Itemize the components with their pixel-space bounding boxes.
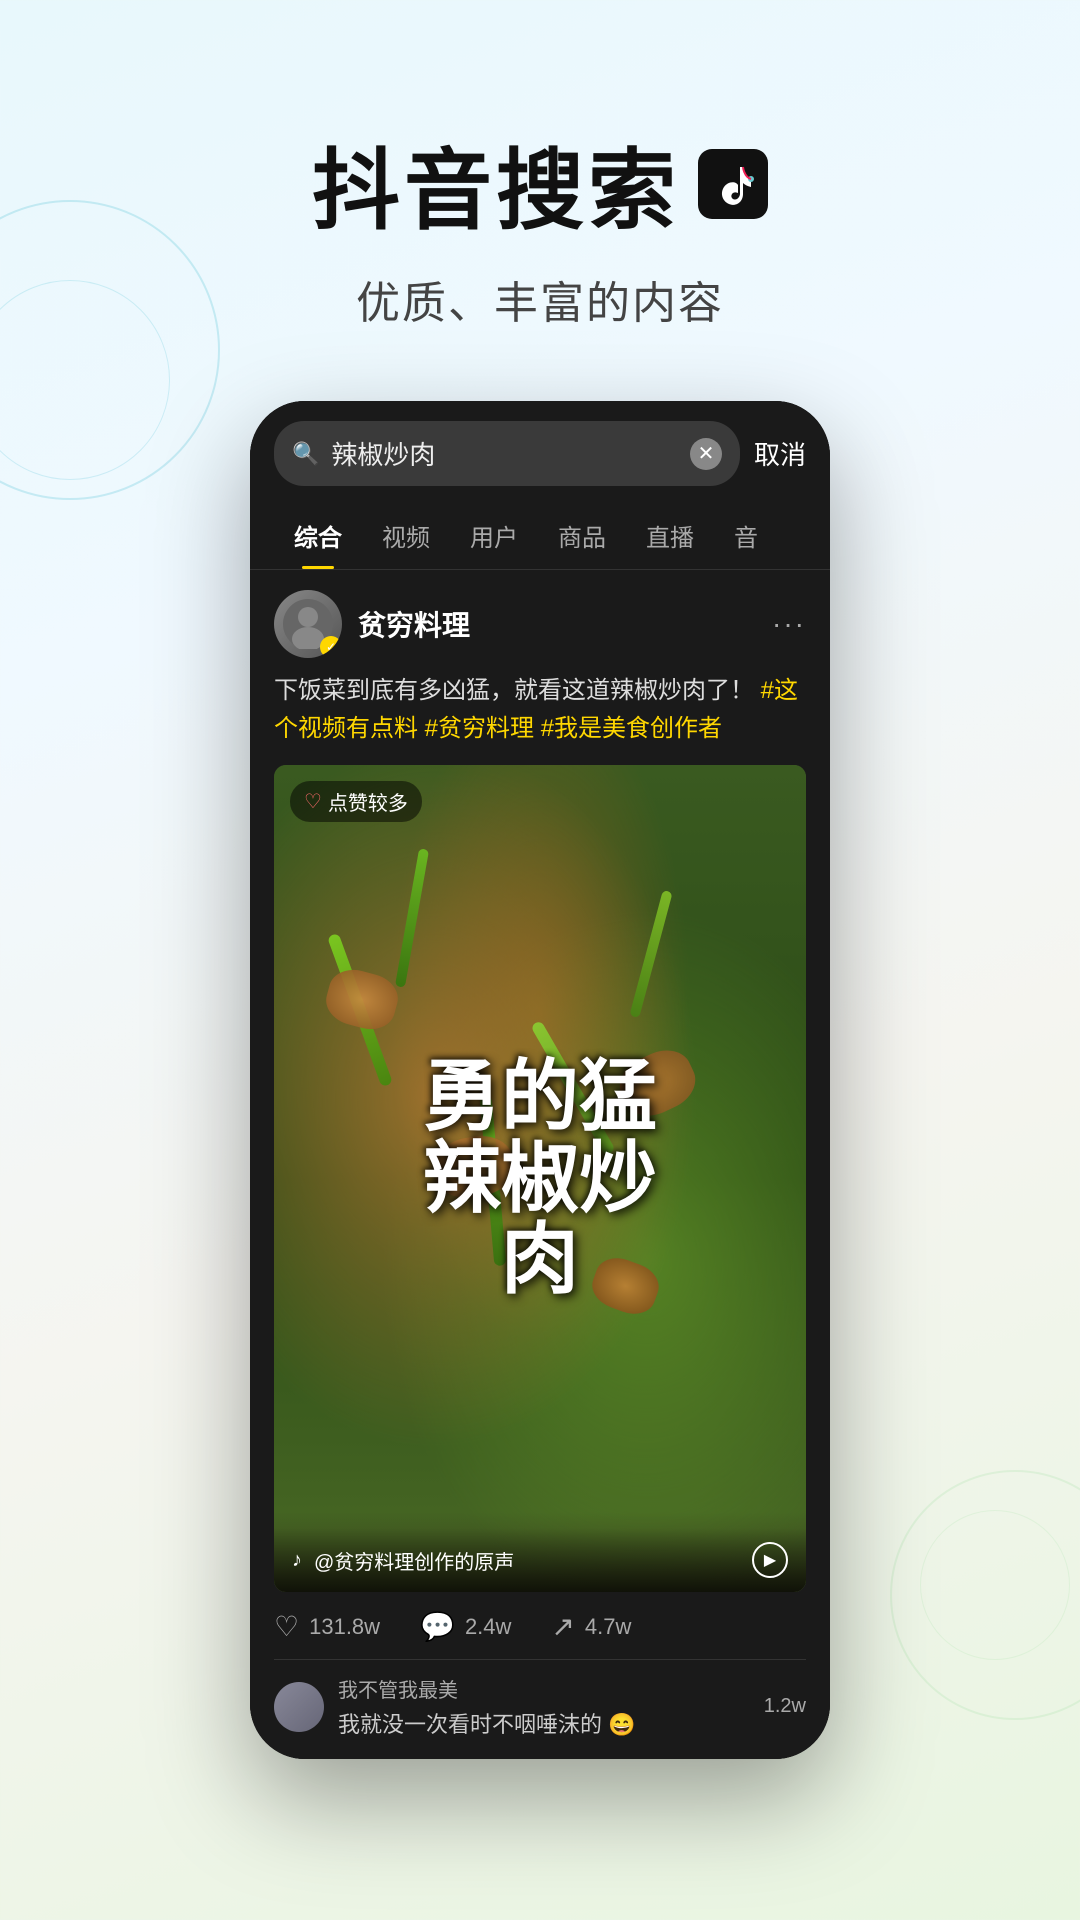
content-area: ✓ 贫穷料理 ··· 下饭菜到底有多凶猛，就看这道辣椒炒肉了！ #这个视频有点料… xyxy=(250,570,830,1759)
hashtag-2[interactable]: #贫穷料理 xyxy=(425,715,541,742)
comments-count[interactable]: 💬 2.4w xyxy=(420,1610,511,1643)
tiktok-music-icon: ♪ xyxy=(292,1549,302,1572)
tab-综合[interactable]: 综合 xyxy=(274,502,362,569)
title-overlay-container: 勇的猛 辣椒炒 肉 xyxy=(274,765,806,1593)
comments-value: 2.4w xyxy=(465,1614,511,1640)
hashtag-3[interactable]: #我是美食创作者 xyxy=(541,715,722,742)
tab-视频[interactable]: 视频 xyxy=(362,502,450,569)
search-query: 辣椒炒肉 xyxy=(331,435,678,472)
main-title: 抖音搜索 xyxy=(0,120,1080,247)
post-user-row: ✓ 贫穷料理 ··· xyxy=(274,590,806,658)
comment-content: 我就没一次看时不咽唾沫的 😄 xyxy=(338,1707,750,1739)
comment-text-col: 我不管我最美 我就没一次看时不咽唾沫的 😄 xyxy=(338,1674,750,1739)
search-bar: 🔍 辣椒炒肉 ✕ 取消 xyxy=(250,401,830,502)
popular-badge: ♡ 点赞较多 xyxy=(290,781,422,822)
post-text: 下饭菜到底有多凶猛，就看这道辣椒炒肉了！ #这个视频有点料 #贫穷料理 #我是美… xyxy=(274,672,806,749)
search-tabs: 综合 视频 用户 商品 直播 音 xyxy=(250,502,830,570)
tab-音乐[interactable]: 音 xyxy=(714,502,778,569)
post-text-main: 下饭菜到底有多凶猛，就看这道辣椒炒肉了！ xyxy=(274,677,754,704)
popular-heart-icon: ♡ xyxy=(304,789,322,814)
video-title-text: 勇的猛 辣椒炒 肉 xyxy=(423,1056,657,1302)
user-avatar[interactable]: ✓ xyxy=(274,590,342,658)
search-clear-button[interactable]: ✕ xyxy=(690,438,722,470)
video-title-lines: 勇的猛 辣椒炒 肉 xyxy=(423,1056,657,1302)
title-text: 抖音搜索 xyxy=(312,120,680,247)
search-icon: 🔍 xyxy=(292,441,319,467)
commenter-name: 我不管我最美 xyxy=(338,1674,750,1703)
video-thumb-inner: 勇的猛 辣椒炒 肉 ♡ 点赞较多 xyxy=(274,765,806,1593)
shares-value: 4.7w xyxy=(585,1614,631,1640)
video-thumbnail[interactable]: 勇的猛 辣椒炒 肉 ♡ 点赞较多 xyxy=(274,765,806,1593)
comment-preview: 我不管我最美 我就没一次看时不咽唾沫的 😄 1.2w xyxy=(274,1659,806,1739)
bg-circle-4 xyxy=(920,1510,1070,1660)
phone-screen: 🔍 辣椒炒肉 ✕ 取消 综合 视频 用户 商品 直播 音 xyxy=(250,401,830,1759)
tiktok-brand-icon xyxy=(698,149,768,219)
username[interactable]: 贫穷料理 xyxy=(358,604,470,644)
likes-value: 131.8w xyxy=(309,1614,380,1640)
comment-icon: 💬 xyxy=(420,1610,455,1643)
popular-badge-text: 点赞较多 xyxy=(328,787,408,816)
more-options-button[interactable]: ··· xyxy=(772,608,806,640)
phone-mockup: 🔍 辣椒炒肉 ✕ 取消 综合 视频 用户 商品 直播 音 xyxy=(250,401,830,1759)
tab-商品[interactable]: 商品 xyxy=(538,502,626,569)
video-bottom-bar: ♪ @贫穷料理创作的原声 ▶ xyxy=(274,1528,806,1592)
tab-直播[interactable]: 直播 xyxy=(626,502,714,569)
engagement-row: ♡ 131.8w 💬 2.4w ↗ 4.7w xyxy=(274,1610,806,1659)
audio-text: @贫穷料理创作的原声 xyxy=(314,1546,740,1575)
search-input-wrap[interactable]: 🔍 辣椒炒肉 ✕ xyxy=(274,421,740,486)
tab-用户[interactable]: 用户 xyxy=(450,502,538,569)
likes-count[interactable]: ♡ 131.8w xyxy=(274,1610,380,1643)
title-line-1: 勇的猛 xyxy=(423,1056,657,1138)
verified-badge: ✓ xyxy=(320,636,342,658)
video-overlay-text: 勇的猛 辣椒炒 肉 xyxy=(274,765,806,1593)
search-cancel-button[interactable]: 取消 xyxy=(754,435,806,472)
play-button[interactable]: ▶ xyxy=(752,1542,788,1578)
like-icon: ♡ xyxy=(274,1610,299,1643)
share-icon: ↗ xyxy=(551,1610,574,1643)
comment-likes: 1.2w xyxy=(764,1695,806,1718)
shares-count[interactable]: ↗ 4.7w xyxy=(551,1610,631,1643)
title-line-3: 肉 xyxy=(501,1219,579,1301)
title-line-2: 辣椒炒 xyxy=(423,1138,657,1220)
commenter-avatar xyxy=(274,1682,324,1732)
